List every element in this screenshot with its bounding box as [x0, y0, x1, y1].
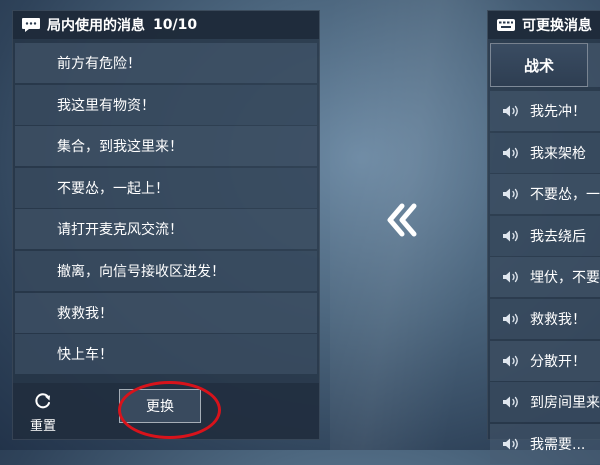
tab-label: 战术	[523, 56, 554, 75]
list-item[interactable]: 集合，到我这里来！	[15, 126, 317, 167]
list-item[interactable]: 撤离，向信号接收区进发！	[15, 250, 317, 291]
speaker-icon	[503, 355, 518, 367]
panel-title: 可更换消息	[522, 18, 592, 34]
list-item[interactable]: 我去绕后	[490, 215, 600, 256]
list-item[interactable]: 请打开麦克风交流！	[15, 209, 317, 250]
message-text: 集合，到我这里来！	[57, 139, 183, 156]
speaker-icon	[503, 271, 518, 283]
list-item[interactable]: 救救我！	[15, 292, 317, 333]
tab-tactics[interactable]: 战术	[490, 43, 588, 87]
speaker-icon	[503, 313, 518, 325]
list-item[interactable]: 我来架枪	[490, 132, 600, 173]
message-text: 请打开麦克风交流！	[57, 222, 183, 239]
in-game-messages-panel: 局内使用的消息 10/10 前方有危险！ 我这里有物资！ 集合，到我这里来！ 不…	[12, 10, 320, 440]
speaker-icon	[503, 438, 518, 450]
message-text: 分散开！	[530, 353, 586, 370]
message-text: 我先冲！	[530, 104, 586, 120]
message-text: 不要怂，一	[530, 187, 600, 204]
message-text: 前方有危险！	[57, 56, 141, 72]
list-item[interactable]: 我需要...	[490, 423, 600, 464]
message-text: 不要怂，一起上！	[57, 180, 169, 197]
list-item[interactable]: 救救我！	[490, 298, 600, 339]
speaker-icon	[503, 147, 518, 159]
list-item[interactable]: 前方有危险！	[15, 43, 317, 83]
list-item[interactable]: 我这里有物资！	[15, 84, 317, 125]
replaceable-messages-panel: 可更换消息 战术 我先冲！ 我来架枪 不要怂，一 我去绕后 埋伏，不要 救救我！	[487, 10, 600, 464]
message-text: 快上车！	[57, 347, 113, 364]
refresh-icon	[33, 391, 53, 415]
in-game-messages-header: 局内使用的消息 10/10	[13, 11, 319, 39]
speaker-icon	[503, 188, 518, 200]
message-text: 我来架枪	[530, 145, 586, 162]
message-text: 到房间里来	[530, 395, 600, 412]
message-text: 我去绕后	[530, 228, 586, 245]
panel-title: 局内使用的消息	[47, 18, 145, 34]
list-item[interactable]: 埋伏，不要	[490, 257, 600, 298]
list-item[interactable]: 我先冲！	[490, 91, 600, 131]
replaceable-message-list: 我先冲！ 我来架枪 不要怂，一 我去绕后 埋伏，不要 救救我！ 分散开！ 到房间…	[490, 91, 600, 465]
double-chevron-left-icon[interactable]	[384, 200, 420, 240]
speaker-icon	[503, 230, 518, 242]
message-text: 救救我！	[57, 305, 113, 322]
message-count: 10/10	[153, 17, 198, 33]
replaceable-messages-header: 可更换消息	[488, 11, 600, 39]
message-text: 救救我！	[530, 311, 586, 328]
message-text: 我这里有物资！	[57, 97, 155, 114]
list-item[interactable]: 快上车！	[15, 334, 317, 375]
message-text: 埋伏，不要	[530, 270, 600, 287]
highlight-circle	[118, 381, 221, 439]
in-game-message-list: 前方有危险！ 我这里有物资！ 集合，到我这里来！ 不要怂，一起上！ 请打开麦克风…	[15, 43, 317, 376]
chat-bubble-icon	[21, 17, 41, 33]
message-text: 撤离，向信号接收区进发！	[57, 263, 225, 280]
reset-button[interactable]: 重置	[23, 391, 63, 435]
list-item[interactable]: 不要怂，一起上！	[15, 167, 317, 208]
list-item[interactable]: 不要怂，一	[490, 174, 600, 215]
keyboard-icon	[496, 17, 516, 33]
tab-strip	[588, 43, 600, 87]
reset-label: 重置	[29, 419, 56, 434]
speaker-icon	[503, 396, 518, 408]
list-item[interactable]: 到房间里来	[490, 382, 600, 423]
speaker-icon	[503, 105, 518, 117]
message-text: 我需要...	[530, 436, 586, 453]
list-item[interactable]: 分散开！	[490, 340, 600, 381]
